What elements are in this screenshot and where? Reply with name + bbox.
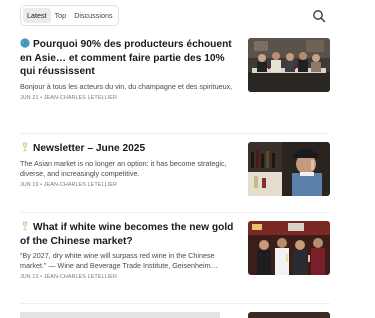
- article-subtitle: The Asian market is no longer an option:…: [20, 158, 227, 178]
- article-thumbnail[interactable]: [248, 312, 330, 318]
- article-title[interactable]: What if white wine becomes the new gold …: [20, 221, 238, 248]
- article-meta: JUN 13 • JEAN-CHARLES LETELLIER: [20, 274, 117, 280]
- feed-tabs: Latest Top Discussions: [20, 5, 119, 26]
- article-meta: JUN 19 • JEAN-CHARLES LETELLIER: [20, 181, 117, 188]
- article-title[interactable]: Newsletter – June 2025: [20, 142, 238, 156]
- article-subtitle: Bonjour à tous les acteurs du vin, du ch…: [20, 81, 233, 91]
- cut-off-title: [20, 312, 220, 318]
- article-card[interactable]: Pourquoi 90% des producteurs échouent en…: [20, 38, 330, 116]
- wine-tasting-photo: [248, 142, 330, 196]
- wine-glass-icon: [22, 142, 28, 152]
- article-card-partial[interactable]: [20, 310, 330, 318]
- tab-discussions[interactable]: Discussions: [70, 8, 116, 23]
- search-button[interactable]: [312, 9, 326, 23]
- globe-icon: [20, 38, 30, 48]
- tab-top[interactable]: Top: [51, 8, 71, 23]
- wine-fair-photo: [248, 221, 330, 275]
- divider: [20, 212, 330, 213]
- article-title-text: Pourquoi 90% des producteurs échouent en…: [20, 39, 232, 77]
- article-title-text: What if white wine becomes the new gold …: [20, 222, 234, 247]
- article-thumbnail[interactable]: [248, 221, 330, 275]
- article-card[interactable]: Newsletter – June 2025 The Asian market …: [20, 142, 330, 202]
- wine-glass-icon: [22, 221, 28, 231]
- article-subtitle: “By 2027, dry white wine will surpass re…: [20, 251, 218, 270]
- divider: [20, 133, 330, 134]
- article-meta: JUN 21 • JEAN-CHARLES LETELLIER: [20, 94, 117, 101]
- tasting-room-photo: [248, 38, 330, 92]
- article-title[interactable]: Pourquoi 90% des producteurs échouent en…: [20, 38, 238, 79]
- article-card[interactable]: What if white wine becomes the new gold …: [20, 221, 330, 281]
- article-title-text: Newsletter – June 2025: [33, 143, 146, 154]
- article-thumbnail[interactable]: [248, 38, 330, 92]
- article-thumbnail[interactable]: [248, 142, 330, 196]
- search-icon: [313, 10, 326, 23]
- divider: [20, 303, 330, 304]
- tab-latest[interactable]: Latest: [23, 8, 51, 23]
